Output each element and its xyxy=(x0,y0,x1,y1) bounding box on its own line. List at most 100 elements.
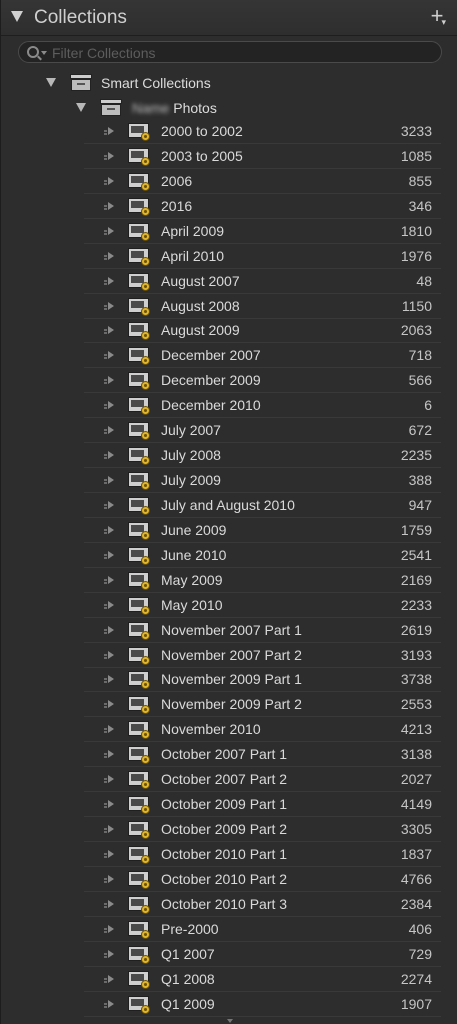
smart-collection-icon xyxy=(128,322,150,341)
collapse-triangle-icon[interactable] xyxy=(11,11,23,22)
smart-collection-row[interactable]: 2006 855 xyxy=(84,169,441,194)
expand-arrow-icon[interactable] xyxy=(104,849,114,858)
expand-arrow-icon[interactable] xyxy=(104,575,114,584)
smart-collection-row[interactable]: May 2009 2169 xyxy=(84,568,441,593)
smart-collection-row[interactable]: July 2008 2235 xyxy=(84,443,441,469)
smart-collection-row[interactable]: October 2007 Part 1 3138 xyxy=(84,742,441,768)
smart-collection-row[interactable]: July 2007 672 xyxy=(84,418,441,444)
photo-count: 3233 xyxy=(400,123,432,139)
photo-count: 718 xyxy=(408,347,432,364)
expand-arrow-icon[interactable] xyxy=(104,500,114,509)
smart-collection-row[interactable]: April 2010 1976 xyxy=(84,244,441,269)
expand-arrow-icon[interactable] xyxy=(104,650,114,659)
expand-arrow-icon[interactable] xyxy=(104,226,114,235)
smart-collection-icon xyxy=(128,297,150,316)
smart-collection-icon xyxy=(128,671,150,690)
expand-arrow-icon[interactable] xyxy=(104,176,114,185)
smart-collection-row[interactable]: July 2009 388 xyxy=(84,468,441,494)
smart-collection-row[interactable]: November 2009 Part 2 2553 xyxy=(84,692,441,718)
smart-collection-row[interactable]: June 2009 1759 xyxy=(84,518,441,543)
expand-arrow-icon[interactable] xyxy=(104,351,114,360)
expand-arrow-icon[interactable] xyxy=(104,151,114,160)
expand-arrow-icon[interactable] xyxy=(104,326,114,335)
expand-arrow-icon[interactable] xyxy=(104,700,114,709)
search-options-chevron-icon[interactable] xyxy=(41,51,47,55)
expand-arrow-icon[interactable] xyxy=(104,874,114,883)
smart-collection-icon xyxy=(128,821,150,840)
expand-arrow-icon[interactable] xyxy=(104,800,114,809)
expand-arrow-icon[interactable] xyxy=(104,775,114,784)
smart-collection-row[interactable]: Q1 2008 2274 xyxy=(84,967,441,992)
collection-name: October 2010 Part 2 xyxy=(161,870,288,887)
expand-arrow-icon[interactable] xyxy=(104,974,114,983)
expand-arrow-icon[interactable] xyxy=(104,675,114,684)
smart-collections-set[interactable]: Smart Collections xyxy=(1,70,457,95)
expand-arrow-icon[interactable] xyxy=(104,525,114,534)
smart-collection-row[interactable]: August 2008 1150 xyxy=(84,294,441,319)
expand-arrow-icon[interactable] xyxy=(104,924,114,933)
expand-arrow-icon[interactable] xyxy=(104,301,114,310)
smart-collection-row[interactable]: November 2007 Part 1 2619 xyxy=(84,618,441,643)
collection-name: 2003 to 2005 xyxy=(161,147,243,164)
expand-arrow-icon[interactable] xyxy=(104,625,114,634)
expand-arrow-icon[interactable] xyxy=(104,376,114,385)
collection-set-icon xyxy=(100,99,122,116)
expand-arrow-icon[interactable] xyxy=(104,476,114,485)
photo-count: 1907 xyxy=(400,995,432,1012)
disclosure-triangle-icon[interactable] xyxy=(46,78,56,87)
smart-collection-row[interactable]: December 2007 718 xyxy=(84,343,441,369)
smart-collection-row[interactable]: October 2009 Part 2 3305 xyxy=(84,817,441,843)
expand-arrow-icon[interactable] xyxy=(104,426,114,435)
expand-arrow-icon[interactable] xyxy=(104,276,114,285)
smart-collection-row[interactable]: November 2009 Part 1 3738 xyxy=(84,667,441,693)
smart-collection-row[interactable]: 2003 to 2005 1085 xyxy=(84,144,441,169)
expand-arrow-icon[interactable] xyxy=(104,725,114,734)
smart-collection-row[interactable]: October 2007 Part 2 2027 xyxy=(84,767,441,793)
smart-collection-row[interactable]: October 2010 Part 2 4766 xyxy=(84,867,441,892)
smart-collection-row[interactable]: December 2010 6 xyxy=(84,393,441,419)
expand-arrow-icon[interactable] xyxy=(104,899,114,908)
panel-resize-caret-icon[interactable] xyxy=(227,1019,233,1023)
expand-arrow-icon[interactable] xyxy=(104,750,114,759)
smart-collection-row[interactable]: Q1 2009 1907 xyxy=(84,992,441,1017)
smart-collection-icon xyxy=(128,696,150,715)
smart-collection-row[interactable]: December 2009 566 xyxy=(84,368,441,394)
expand-arrow-icon[interactable] xyxy=(104,550,114,559)
collection-name: 2000 to 2002 xyxy=(161,123,243,139)
smart-collection-row[interactable]: Pre-2000 406 xyxy=(84,917,441,942)
collection-name: Q1 2009 xyxy=(161,995,215,1012)
smart-collection-row[interactable]: 2000 to 2002 3233 xyxy=(84,119,441,144)
smart-collection-row[interactable]: April 2009 1810 xyxy=(84,219,441,244)
smart-collection-row[interactable]: May 2010 2233 xyxy=(84,593,441,618)
filter-collections-input[interactable] xyxy=(50,43,434,63)
smart-collection-row[interactable]: October 2010 Part 3 2384 xyxy=(84,892,441,917)
smart-collection-row[interactable]: June 2010 2541 xyxy=(84,543,441,568)
expand-arrow-icon[interactable] xyxy=(104,999,114,1008)
expand-arrow-icon[interactable] xyxy=(104,401,114,410)
photo-count: 1759 xyxy=(400,521,432,538)
expand-arrow-icon[interactable] xyxy=(104,201,114,210)
filter-collections-field[interactable] xyxy=(18,41,442,63)
smart-collection-row[interactable]: November 2010 4213 xyxy=(84,717,441,743)
expand-arrow-icon[interactable] xyxy=(104,251,114,260)
smart-collection-row[interactable]: November 2007 Part 2 3193 xyxy=(84,643,441,668)
expand-arrow-icon[interactable] xyxy=(104,451,114,460)
panel-header[interactable]: Collections +▾ xyxy=(1,0,457,36)
smart-collection-row[interactable]: Q1 2007 729 xyxy=(84,942,441,967)
expand-arrow-icon[interactable] xyxy=(104,127,114,135)
photos-collection-set[interactable]: Name Photos xyxy=(1,95,457,120)
photo-count: 6 xyxy=(424,397,432,414)
smart-collection-row[interactable]: August 2009 2063 xyxy=(84,318,441,344)
disclosure-triangle-icon[interactable] xyxy=(76,103,86,112)
search-icon[interactable] xyxy=(27,46,39,58)
add-collection-button[interactable]: +▾ xyxy=(431,3,446,35)
smart-collection-row[interactable]: July and August 2010 947 xyxy=(84,493,441,518)
smart-collection-icon xyxy=(128,870,150,889)
smart-collection-row[interactable]: 2016 346 xyxy=(84,194,441,219)
expand-arrow-icon[interactable] xyxy=(104,949,114,958)
expand-arrow-icon[interactable] xyxy=(104,825,114,834)
smart-collection-row[interactable]: August 2007 48 xyxy=(84,269,441,294)
expand-arrow-icon[interactable] xyxy=(104,600,114,609)
smart-collection-row[interactable]: October 2009 Part 1 4149 xyxy=(84,792,441,818)
smart-collection-row[interactable]: October 2010 Part 1 1837 xyxy=(84,842,441,867)
